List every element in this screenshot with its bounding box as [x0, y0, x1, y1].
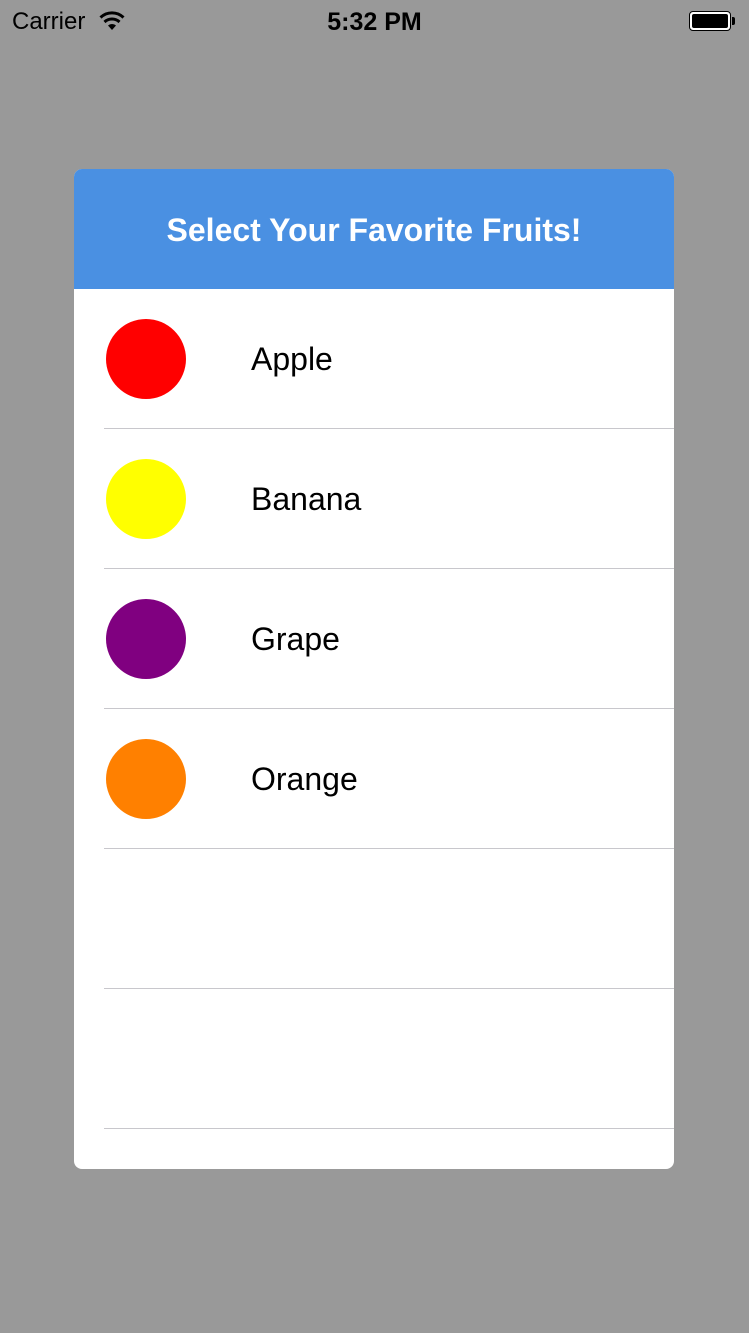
fruit-label: Banana [251, 481, 362, 517]
list-item-apple[interactable]: Apple [74, 289, 674, 429]
dialog-header: Select Your Favorite Fruits! [74, 169, 674, 289]
battery-body [689, 11, 731, 31]
fruit-label: Apple [251, 341, 333, 377]
fruit-list: Apple Banana Grape Orange [74, 289, 674, 1129]
banana-color-swatch [106, 459, 186, 539]
clock: 5:32 PM [327, 8, 422, 36]
fruit-picker-dialog: Select Your Favorite Fruits! Apple Banan… [74, 169, 674, 1169]
list-item-orange[interactable]: Orange [74, 709, 674, 849]
orange-color-swatch [106, 739, 186, 819]
battery-tip [732, 17, 735, 25]
list-item-empty [74, 849, 674, 989]
fruit-label: Orange [251, 761, 358, 797]
status-bar: Carrier 5:32 PM [0, 0, 749, 42]
fruit-label: Grape [251, 621, 340, 657]
list-item-empty [74, 989, 674, 1129]
apple-color-swatch [106, 319, 186, 399]
list-item-banana[interactable]: Banana [74, 429, 674, 569]
battery-icon [689, 11, 737, 33]
battery-fill [692, 14, 728, 28]
dialog-title: Select Your Favorite Fruits! [166, 211, 582, 248]
list-item-grape[interactable]: Grape [74, 569, 674, 709]
grape-color-swatch [106, 599, 186, 679]
